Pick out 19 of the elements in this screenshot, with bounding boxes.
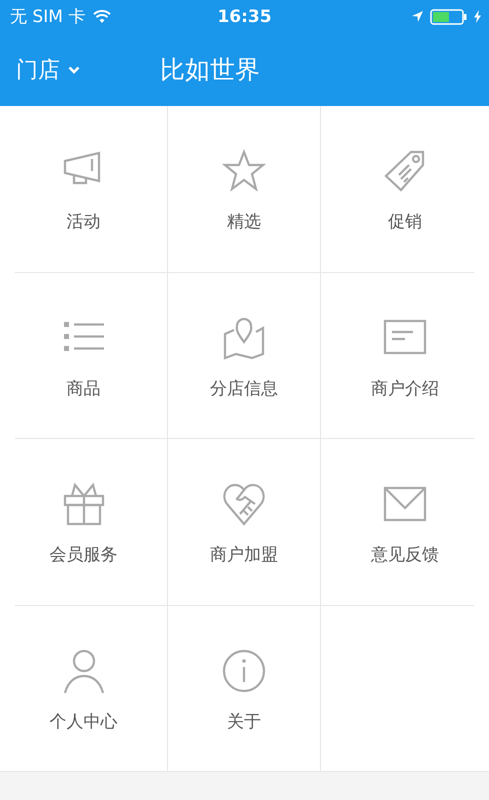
gift-icon xyxy=(62,482,106,526)
wifi-icon xyxy=(93,10,112,24)
menu-tile[interactable]: 精选 xyxy=(167,106,320,272)
info-icon xyxy=(222,648,266,692)
tag-icon xyxy=(383,149,427,193)
chevron-down-icon xyxy=(68,66,80,74)
clock-text: 16:35 xyxy=(216,6,273,26)
heart-handshake-icon xyxy=(222,482,266,526)
battery-icon xyxy=(430,8,468,24)
menu-tile[interactable]: 分店信息 xyxy=(167,272,320,439)
carrier-text: 无 SIM 卡 xyxy=(10,6,86,28)
star-icon xyxy=(222,149,266,193)
map-pin-icon xyxy=(222,316,266,360)
charging-bolt-icon xyxy=(474,10,481,23)
person-icon xyxy=(62,648,106,692)
page-title: 比如世界 xyxy=(160,54,260,86)
menu-tile[interactable]: 商户加盟 xyxy=(167,439,320,606)
location-arrow-icon xyxy=(411,10,424,23)
menu-tile[interactable]: 关于 xyxy=(167,606,320,772)
